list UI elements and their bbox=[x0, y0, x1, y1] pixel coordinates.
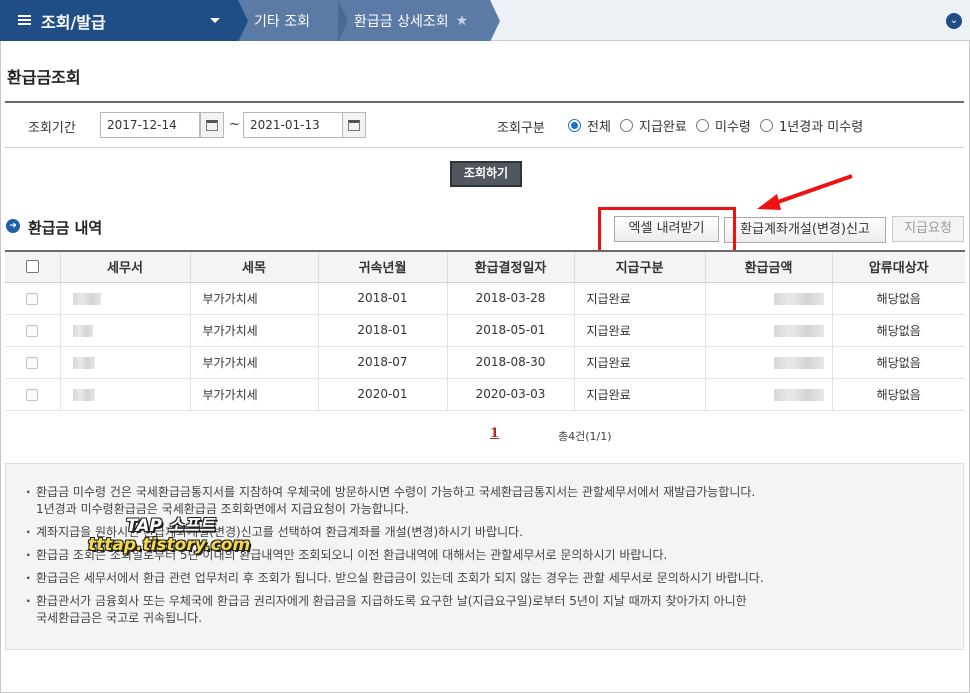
decision-date-cell: 2018-08-30 bbox=[446, 346, 574, 379]
search-panel: 조회기간 2017-12-14 ~ 2021-01-13 조회구분 전체 지급완… bbox=[5, 101, 964, 148]
watermark: TAP 소프트 tttap.tistory.com bbox=[88, 516, 251, 555]
highlight-box bbox=[598, 207, 736, 253]
period-cell: 2018-01 bbox=[317, 314, 447, 347]
calendar-icon bbox=[348, 119, 360, 131]
column-header: 압류대상자 bbox=[831, 250, 965, 283]
red-arrow-annotation bbox=[757, 174, 853, 210]
status-cell: 지급완료 bbox=[573, 282, 705, 315]
notice-box: 환급금 미수령 건은 국세환급금통지서를 지참하여 우체국에 방문하시면 수령이… bbox=[5, 463, 964, 650]
tax-type-cell: 부가가치세 bbox=[189, 314, 318, 347]
radio-all-label[interactable]: 전체 bbox=[587, 116, 611, 135]
seizure-cell: 해당없음 bbox=[831, 282, 965, 315]
table-row: 부가가치세 2018-01 2018-05-01 지급완료 해당없음 bbox=[5, 314, 965, 347]
page-link-1[interactable]: 1 bbox=[490, 426, 499, 441]
calendar-to-button[interactable] bbox=[342, 112, 366, 138]
period-cell: 2018-01 bbox=[317, 282, 447, 315]
tax-type-cell: 부가가치세 bbox=[189, 378, 318, 411]
notice-item: 환급금 미수령 건은 국세환급금통지서를 지참하여 우체국에 방문하시면 수령이… bbox=[26, 484, 963, 518]
redacted-amount bbox=[773, 388, 824, 401]
period-cell: 2018-07 bbox=[317, 346, 447, 379]
table-row: 부가가치세 2020-01 2020-03-03 지급완료 해당없음 bbox=[5, 378, 965, 411]
refund-table: 세무서 세목 귀속년월 환급결정일자 지급구분 환급금액 압류대상자 부가가치세… bbox=[5, 250, 965, 411]
select-all-cell bbox=[5, 250, 60, 283]
row-checkbox[interactable] bbox=[26, 356, 39, 369]
breadcrumb-separator bbox=[490, 0, 500, 42]
breadcrumb-label: 환급금 상세조회 bbox=[354, 13, 449, 30]
payment-request-button[interactable]: 지급요청 bbox=[892, 216, 964, 242]
redacted-office bbox=[72, 356, 95, 369]
star-icon[interactable]: ★ bbox=[456, 13, 469, 29]
radio-unclaimed[interactable] bbox=[696, 119, 709, 132]
period-label: 조회기간 bbox=[28, 121, 76, 136]
hamburger-icon bbox=[18, 15, 31, 26]
radio-unclaimed-label[interactable]: 미수령 bbox=[715, 116, 751, 135]
period-cell: 2020-01 bbox=[317, 378, 447, 411]
breadcrumb-item-refund-detail[interactable]: 환급금 상세조회 ★ bbox=[338, 0, 490, 41]
breadcrumb-separator bbox=[238, 0, 248, 42]
seizure-cell: 해당없음 bbox=[831, 378, 965, 411]
column-header: 세목 bbox=[189, 250, 318, 283]
redacted-office bbox=[72, 388, 95, 401]
table-header-row: 세무서 세목 귀속년월 환급결정일자 지급구분 환급금액 압류대상자 bbox=[5, 250, 965, 283]
total-count: 총4건(1/1) bbox=[558, 430, 612, 443]
arrow-right-circle-icon: ➜ bbox=[6, 219, 20, 233]
tax-type-cell: 부가가치세 bbox=[189, 282, 318, 315]
status-cell: 지급완료 bbox=[573, 314, 705, 347]
redacted-office bbox=[72, 292, 101, 305]
column-header: 지급구분 bbox=[573, 250, 705, 283]
column-header: 환급금액 bbox=[704, 250, 832, 283]
seizure-cell: 해당없음 bbox=[831, 314, 965, 347]
radio-unclaimed-1yr[interactable] bbox=[760, 119, 773, 132]
refund-account-button[interactable]: 환급계좌개설(변경)신고 bbox=[724, 217, 886, 243]
calendar-icon bbox=[206, 119, 218, 131]
date-to-input[interactable]: 2021-01-13 bbox=[243, 112, 343, 138]
redacted-amount bbox=[773, 356, 824, 369]
redacted-office bbox=[72, 324, 93, 337]
chevron-down-icon[interactable]: ⌄ bbox=[946, 13, 962, 29]
type-label: 조회구분 bbox=[497, 121, 545, 136]
tax-type-cell: 부가가치세 bbox=[189, 346, 318, 379]
menu-button[interactable]: 조회/발급 bbox=[0, 0, 238, 41]
decision-date-cell: 2020-03-03 bbox=[446, 378, 574, 411]
page-title: 환급금조회 bbox=[7, 68, 81, 87]
breadcrumb-separator bbox=[338, 0, 348, 42]
section-title: 환급금 내역 bbox=[28, 219, 103, 237]
column-header: 세무서 bbox=[59, 250, 190, 283]
decision-date-cell: 2018-03-28 bbox=[446, 282, 574, 315]
breadcrumb-item-other-inquiry[interactable]: 기타 조회 bbox=[238, 0, 338, 41]
radio-paid[interactable] bbox=[620, 119, 633, 132]
table-row: 부가가치세 2018-01 2018-03-28 지급완료 해당없음 bbox=[5, 282, 965, 315]
menu-title: 조회/발급 bbox=[41, 12, 106, 32]
status-cell: 지급완료 bbox=[573, 378, 705, 411]
breadcrumb-label: 기타 조회 bbox=[254, 13, 310, 30]
decision-date-cell: 2018-05-01 bbox=[446, 314, 574, 347]
date-separator: ~ bbox=[229, 117, 240, 132]
top-navigation-bar: 조회/발급 기타 조회 환급금 상세조회 ★ ⌄ bbox=[0, 0, 970, 42]
radio-unclaimed-1yr-label[interactable]: 1년경과 미수령 bbox=[779, 116, 863, 135]
redacted-amount bbox=[773, 292, 824, 305]
redacted-amount bbox=[773, 324, 824, 337]
notice-item: 환급금은 세무서에서 환급 관련 업무처리 후 조회가 됩니다. 받으실 환급금… bbox=[26, 570, 963, 587]
row-checkbox[interactable] bbox=[26, 292, 39, 305]
status-cell: 지급완료 bbox=[573, 346, 705, 379]
select-all-checkbox[interactable] bbox=[25, 260, 39, 274]
radio-all[interactable] bbox=[568, 119, 581, 132]
seizure-cell: 해당없음 bbox=[831, 346, 965, 379]
table-row: 부가가치세 2018-07 2018-08-30 지급완료 해당없음 bbox=[5, 346, 965, 379]
column-header: 귀속년월 bbox=[317, 250, 447, 283]
caret-down-icon bbox=[210, 18, 220, 23]
date-from-input[interactable]: 2017-12-14 bbox=[100, 112, 200, 138]
calendar-from-button[interactable] bbox=[200, 112, 224, 138]
radio-paid-label[interactable]: 지급완료 bbox=[639, 116, 687, 135]
column-header: 환급결정일자 bbox=[446, 250, 574, 283]
row-checkbox[interactable] bbox=[26, 388, 39, 401]
search-button[interactable]: 조회하기 bbox=[450, 161, 522, 187]
row-checkbox[interactable] bbox=[26, 324, 39, 337]
notice-item: 환급관서가 금융회사 또는 우체국에 환급금 권리자에게 환급금을 지급하도록 … bbox=[26, 593, 963, 627]
